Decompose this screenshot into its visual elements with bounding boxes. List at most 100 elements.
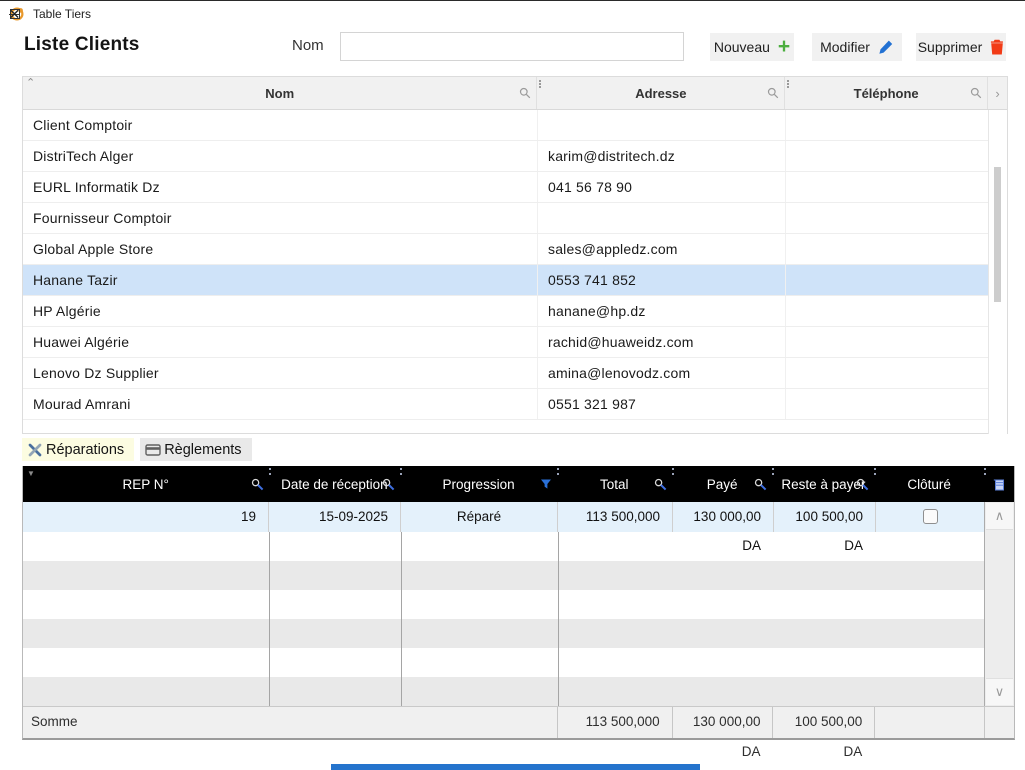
tab-reparations[interactable]: Réparations	[22, 438, 134, 461]
table-row[interactable]: Lenovo Dz Supplier amina@lenovodz.com	[23, 358, 989, 389]
cell-adresse: 0551 321 987	[538, 389, 786, 419]
column-label-adresse: Adresse	[635, 86, 686, 101]
clients-table: ⌃ Nom Adresse Téléphone	[22, 76, 1008, 434]
cell-telephone	[786, 296, 989, 326]
column-header-cloture[interactable]: Clôturé	[874, 466, 984, 502]
search-icon[interactable]	[519, 87, 531, 99]
cell-adresse: sales@appledz.com	[538, 234, 786, 264]
column-label-nom: Nom	[265, 86, 294, 101]
empty-row	[23, 590, 986, 619]
table-row[interactable]: DistriTech Alger karim@distritech.dz	[23, 141, 989, 172]
filter-icon[interactable]	[540, 478, 552, 490]
clients-table-header: ⌃ Nom Adresse Téléphone	[23, 77, 1007, 110]
tab-reglements-label: Règlements	[164, 442, 241, 458]
chevron-right-icon: ›	[995, 86, 999, 101]
column-header-nom[interactable]: ⌃ Nom	[23, 77, 537, 109]
scrollbar-thumb[interactable]	[994, 167, 1001, 302]
column-chooser-button[interactable]	[984, 466, 1014, 502]
table-row-selected[interactable]: Hanane Tazir 0553 741 852	[23, 265, 989, 296]
repairs-scrollbar[interactable]: ∧ ∨	[984, 502, 1014, 706]
app-window: Table Tiers ✕ Liste Clients Nom Nouveau …	[0, 0, 1025, 769]
column-header-rep[interactable]: ▼ REP N°	[23, 466, 269, 502]
search-icon[interactable]	[767, 87, 779, 99]
edit-button[interactable]: Modifier	[812, 33, 902, 61]
cell-telephone	[786, 203, 989, 233]
column-label-total: Total	[600, 477, 629, 492]
delete-button[interactable]: Supprimer	[916, 33, 1006, 61]
cell-cloture	[876, 502, 986, 532]
cell-reste: 100 500,00 DA	[774, 502, 876, 532]
pencil-icon	[878, 39, 894, 55]
column-label-date: Date de réception	[281, 477, 388, 492]
column-header-date[interactable]: Date de réception	[269, 466, 401, 502]
table-row[interactable]: Global Apple Store sales@appledz.com	[23, 234, 989, 265]
cell-adresse	[538, 203, 786, 233]
delete-button-label: Supprimer	[918, 39, 983, 55]
cell-nom: HP Algérie	[23, 296, 538, 326]
clients-scrollbar[interactable]	[988, 110, 1007, 434]
cell-adresse: rachid@huaweidz.com	[538, 327, 786, 357]
close-icon: ✕	[9, 6, 21, 23]
tab-reglements[interactable]: Règlements	[140, 438, 251, 461]
close-button[interactable]: ✕	[0, 1, 29, 27]
scroll-down-button[interactable]: ∨	[986, 678, 1013, 705]
cell-paye: 130 000,00 DA	[673, 502, 774, 532]
table-row[interactable]: Mourad Amrani 0551 321 987	[23, 389, 989, 420]
cell-rep: 19	[23, 502, 269, 532]
clients-table-body: Client Comptoir DistriTech Alger karim@d…	[23, 110, 1007, 420]
table-row[interactable]: Huawei Algérie rachid@huaweidz.com	[23, 327, 989, 358]
column-header-telephone[interactable]: Téléphone	[785, 77, 988, 109]
column-label-telephone: Téléphone	[854, 86, 919, 101]
plus-icon: +	[778, 39, 790, 55]
grid-line	[269, 532, 270, 706]
summary-row: Somme 113 500,000 130 000,00 DA 100 500,…	[23, 706, 1014, 738]
cell-nom: Huawei Algérie	[23, 327, 538, 357]
scroll-right-button[interactable]: ›	[988, 77, 1007, 109]
grid-line	[401, 532, 402, 706]
summary-label: Somme	[23, 707, 269, 738]
cell-adresse: karim@distritech.dz	[538, 141, 786, 171]
column-drag-handle[interactable]	[787, 80, 789, 88]
column-label-rep: REP N°	[123, 477, 169, 492]
new-button[interactable]: Nouveau +	[710, 33, 794, 61]
empty-row	[23, 648, 986, 677]
new-button-label: Nouveau	[714, 39, 770, 55]
search-icon[interactable]	[856, 478, 869, 491]
search-icon[interactable]	[251, 478, 264, 491]
name-search-label: Nom	[292, 37, 324, 54]
table-row[interactable]: Client Comptoir	[23, 110, 989, 141]
scroll-up-button[interactable]: ∧	[986, 503, 1013, 530]
search-icon[interactable]	[754, 478, 767, 491]
summary-total: 113 500,000	[557, 707, 672, 738]
cell-nom: DistriTech Alger	[23, 141, 538, 171]
column-header-reste[interactable]: Reste à payer	[772, 466, 874, 502]
page-title: Liste Clients	[24, 34, 140, 56]
cell-progression: Réparé	[401, 502, 558, 532]
column-label-reste: Reste à payer	[781, 477, 865, 492]
cell-telephone	[786, 110, 989, 140]
summary-spacer	[400, 707, 557, 738]
table-row[interactable]: Fournisseur Comptoir	[23, 203, 989, 234]
empty-row	[23, 532, 986, 561]
grid-corner-icon: ▼	[27, 469, 35, 478]
summary-spacer	[269, 707, 401, 738]
tools-icon	[27, 442, 43, 458]
cell-telephone	[786, 327, 989, 357]
table-row[interactable]: EURL Informatik Dz 041 56 78 90	[23, 172, 989, 203]
search-icon[interactable]	[970, 87, 982, 99]
column-header-adresse[interactable]: Adresse	[537, 77, 785, 109]
name-search-input[interactable]	[340, 32, 684, 61]
column-header-total[interactable]: Total	[557, 466, 672, 502]
column-header-progression[interactable]: Progression	[400, 466, 557, 502]
cell-adresse: hanane@hp.dz	[538, 296, 786, 326]
detail-tabs: Réparations Règlements	[22, 438, 252, 461]
repair-row-selected[interactable]: 19 15-09-2025 Réparé 113 500,000 130 000…	[23, 502, 986, 532]
search-icon[interactable]	[382, 478, 395, 491]
search-icon[interactable]	[654, 478, 667, 491]
repairs-empty-rows	[23, 532, 986, 706]
column-drag-handle[interactable]	[539, 80, 541, 88]
column-header-paye[interactable]: Payé	[672, 466, 773, 502]
cloture-checkbox[interactable]	[923, 509, 938, 524]
title-bar: Table Tiers ✕	[0, 1, 1025, 27]
table-row[interactable]: HP Algérie hanane@hp.dz	[23, 296, 989, 327]
